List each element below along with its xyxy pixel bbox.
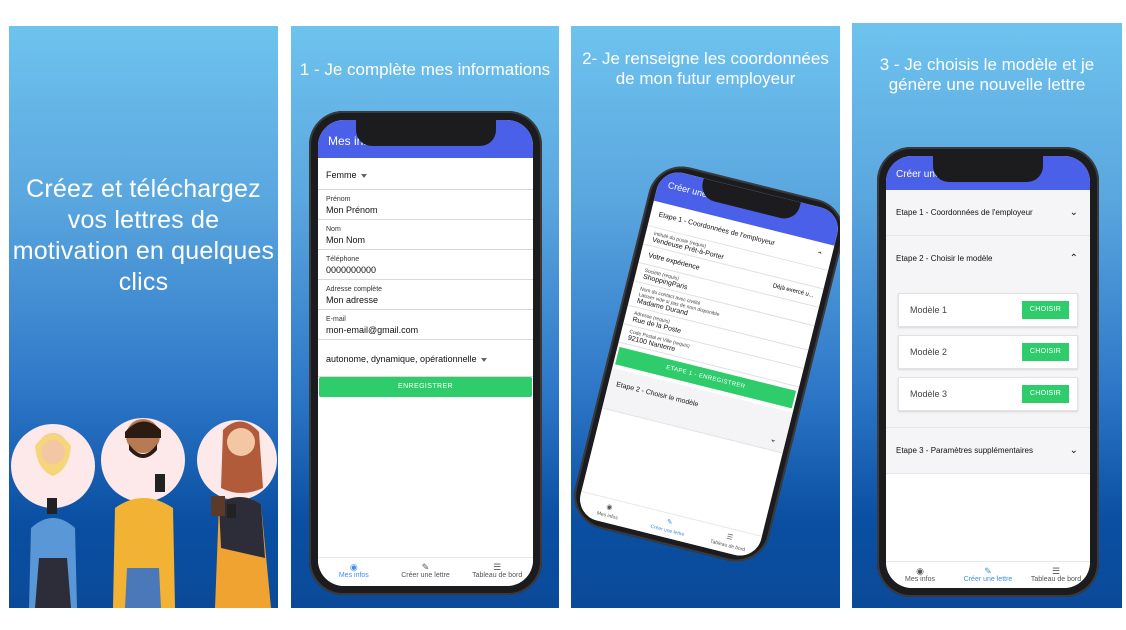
nav-my-info[interactable]: ◉ Mes infos	[575, 492, 641, 530]
promo-panel-1: Créez et téléchargez vos lettres de moti…	[9, 26, 278, 608]
nav-create-letter[interactable]: ✎ Créer une lettre	[636, 507, 702, 545]
model-list: Modèle 1 CHOISIR Modèle 2 CHOISIR Modèle…	[886, 281, 1090, 428]
gender-select-value: Femme	[326, 170, 357, 180]
field-label: E-mail	[326, 316, 346, 323]
bottom-nav: ◉ Mes infos ✎ Créer une lettre ☰ Tableau de…	[318, 557, 533, 586]
address-field[interactable]: Adresse complète Mon adresse	[318, 280, 533, 310]
promo-panel-3: 2- Je renseigne les coordonnées de mon f…	[571, 26, 840, 608]
save-button[interactable]: ENREGISTRER	[319, 377, 532, 397]
list-icon: ☰	[493, 562, 502, 572]
field-label: Téléphone	[326, 256, 360, 263]
nav-my-info[interactable]: ◉ Mes infos	[318, 558, 390, 586]
edit-icon: ✎	[421, 562, 430, 572]
model-name: Modèle 2	[910, 347, 948, 357]
nav-dashboard[interactable]: ☰ Tableau de bord	[696, 522, 762, 560]
field-value: mon-email@gmail.com	[326, 325, 419, 335]
chevron-down-icon: ⌄	[769, 434, 778, 445]
phone-screen: Mes infos Femme Prénom Mon Prénom Nom Mo…	[318, 120, 533, 586]
qualities-select[interactable]: autonome, dynamique, opérationnelle	[318, 340, 533, 377]
promo-panel-2: 1 - Je complète mes informations Mes inf…	[291, 26, 559, 608]
field-value: Mon Prénom	[326, 205, 378, 215]
phone-field[interactable]: Téléphone 0000000000	[318, 250, 533, 280]
notch	[933, 156, 1043, 182]
nav-dashboard[interactable]: ☰ Tableau de bord	[1022, 562, 1090, 588]
field-label: Prénom	[326, 196, 351, 203]
first-name-field[interactable]: Prénom Mon Prénom	[318, 190, 533, 220]
nav-label: Tableau de bord	[472, 572, 523, 579]
nav-label: Mes infos	[338, 572, 369, 579]
nav-create-letter[interactable]: ✎ Créer une lettre	[390, 558, 462, 586]
field-label: Adresse complète	[326, 286, 383, 293]
notch	[355, 120, 496, 146]
chevron-down-icon	[480, 357, 487, 362]
step-1-header[interactable]: Etape 1 - Coordonnées de l'employeur ⌄	[886, 190, 1090, 236]
people-illustration	[11, 418, 277, 608]
gender-select[interactable]: Femme	[318, 158, 533, 190]
promo-panel-4: 3 - Je choisis le modèle et je génère un…	[852, 23, 1122, 608]
choose-button[interactable]: CHOISIR	[1022, 343, 1069, 361]
field-value: Mon Nom	[326, 235, 366, 245]
model-card: Modèle 3 CHOISIR	[898, 377, 1078, 411]
step-title: Etape 2 - Choisir le modèle	[896, 254, 993, 263]
list-icon: ☰	[1051, 566, 1061, 576]
field-value: Mon adresse	[326, 295, 379, 305]
caption: 3 - Je choisis le modèle et je génère un…	[879, 55, 1095, 94]
model-card: Modèle 2 CHOISIR	[898, 335, 1078, 369]
step-title: Etape 3 - Paramètres supplémentaires	[896, 446, 1033, 455]
chevron-up-icon: ⌃	[814, 249, 824, 261]
field-value: 0000000000	[326, 265, 377, 275]
phone-frame: Créer une le Etape 1 - Coordonnées de l'…	[571, 159, 840, 569]
chevron-down-icon	[360, 173, 367, 178]
last-name-field[interactable]: Nom Mon Nom	[318, 220, 533, 250]
model-card: Modèle 1 CHOISIR	[898, 293, 1078, 327]
chevron-down-icon: ⌄	[1069, 207, 1078, 218]
nav-label: Mes infos	[905, 576, 935, 583]
qualities-select-value: autonome, dynamique, opérationnelle	[326, 354, 477, 364]
phone-frame: Créer une Etape 1 - Coordonnées de l'emp…	[877, 147, 1099, 597]
step-title: Etape 2 - Choisir le modèle	[615, 381, 700, 409]
user-icon: ◉	[916, 566, 924, 576]
chevron-up-icon: ⌃	[1069, 253, 1078, 264]
step-title: Etape 1 - Coordonnées de l'employeur	[896, 208, 1033, 217]
nav-create-letter[interactable]: ✎ Créer une lettre	[954, 562, 1022, 588]
choose-button[interactable]: CHOISIR	[1022, 301, 1069, 319]
nav-label: Créer une lettre	[963, 576, 1013, 583]
phone-screen: Créer une Etape 1 - Coordonnées de l'emp…	[886, 156, 1090, 588]
phone-frame: Mes infos Femme Prénom Mon Prénom Nom Mo…	[309, 111, 542, 595]
nav-dashboard[interactable]: ☰ Tableau de bord	[461, 558, 533, 586]
nav-my-info[interactable]: ◉ Mes infos	[886, 562, 954, 588]
model-name: Modèle 1	[910, 305, 948, 315]
choose-button[interactable]: CHOISIR	[1022, 385, 1069, 403]
bottom-nav: ◉ Mes infos ✎ Créer une lettre ☰ Tableau de…	[886, 561, 1090, 588]
bottom-nav: ◉ Mes infos ✎ Créer une lettre ☰ Tableau de…	[575, 490, 762, 561]
caption: 1 - Je complète mes informations	[299, 60, 551, 79]
model-name: Modèle 3	[910, 389, 948, 399]
user-icon: ◉	[349, 562, 358, 572]
field-label: Nom	[326, 226, 341, 233]
step-3-header[interactable]: Etape 3 - Paramètres supplémentaires ⌄	[886, 428, 1090, 474]
phone-screen: Créer une le Etape 1 - Coordonnées de l'…	[575, 167, 840, 561]
chevron-down-icon: ⌄	[1069, 445, 1078, 456]
step-2-header[interactable]: Etape 2 - Choisir le modèle ⌃	[886, 236, 1090, 281]
email-field[interactable]: E-mail mon-email@gmail.com	[318, 310, 533, 340]
caption: 2- Je renseigne les coordonnées de mon f…	[582, 49, 829, 88]
edit-icon: ✎	[984, 566, 992, 576]
nav-label: Créer une lettre	[401, 572, 450, 579]
nav-label: Tableau de bord	[1030, 576, 1082, 583]
headline: Créez et téléchargez vos lettres de moti…	[12, 175, 275, 296]
